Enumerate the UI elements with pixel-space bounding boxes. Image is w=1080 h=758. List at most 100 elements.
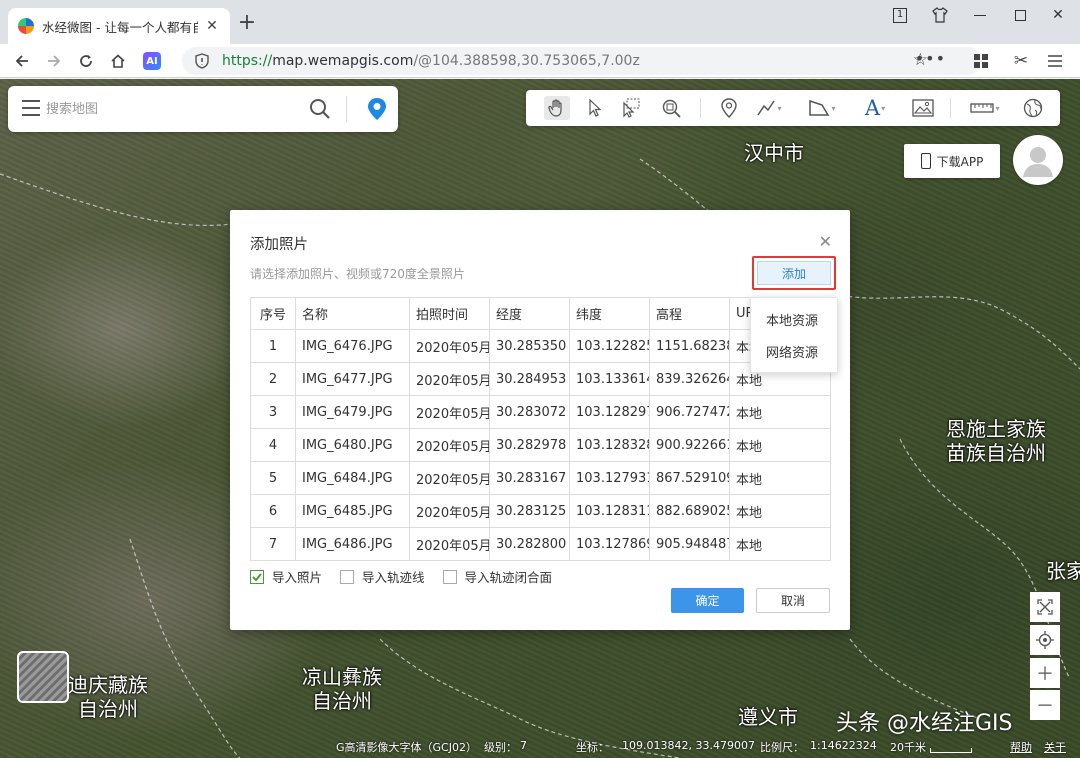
locate-icon[interactable] — [1030, 625, 1060, 655]
back-arrow-icon[interactable] — [9, 48, 35, 74]
new-tab-button[interactable]: + — [236, 12, 258, 35]
import-photo-checkbox[interactable]: 导入照片 — [250, 567, 322, 586]
pointer-icon[interactable] — [582, 96, 608, 120]
dropdown-item-local[interactable]: 本地资源 — [751, 306, 837, 338]
search-input[interactable] — [46, 97, 296, 121]
table-cell: 6 — [250, 494, 296, 528]
column-header[interactable]: 纬度 — [569, 297, 650, 330]
ruler-icon[interactable]: ▾ — [966, 96, 1004, 120]
watermark-text: 头条 @水经注GIS — [836, 711, 1013, 736]
table-cell: 2020年05月 — [409, 362, 490, 396]
map-label-enshi: 恩施土家族 苗族自治州 — [946, 417, 1046, 465]
zoom-out-button[interactable]: － — [1030, 690, 1060, 720]
map-label-zunyi: 遵义市 — [738, 705, 798, 729]
browser-tab[interactable]: 水经微图 - 让每一个人都有自 ✕ — [8, 8, 230, 44]
maximize-button[interactable] — [1000, 0, 1040, 30]
table-row[interactable]: 2 IMG_6477.JPG 2020年05月 30.284953 103.133614… — [250, 362, 831, 396]
table-cell: 2020年05月 — [409, 329, 490, 363]
zoom-in-button[interactable]: ＋ — [1030, 658, 1060, 688]
shirt-skin-icon[interactable] — [920, 0, 960, 30]
help-link[interactable]: 帮助 — [1010, 739, 1032, 755]
map-label-diqing: 迪庆藏族 自治州 — [68, 673, 148, 721]
forward-arrow-icon[interactable] — [41, 48, 67, 74]
dialog-subtitle: 请选择添加照片、视频或720度全景照片 — [250, 267, 465, 281]
layer-switch-thumbnail[interactable] — [17, 651, 69, 703]
dropdown-item-network[interactable]: 网络资源 — [751, 338, 837, 370]
column-header[interactable]: 高程 — [649, 297, 730, 330]
close-icon[interactable]: ✕ — [819, 232, 832, 251]
hand-icon[interactable] — [544, 96, 570, 120]
polyline-icon[interactable]: ▾ — [752, 96, 786, 120]
table-cell: 30.282978 — [489, 428, 570, 462]
location-pin-icon[interactable] — [364, 96, 390, 122]
import-closed-area-checkbox[interactable]: 导入轨迹闭合面 — [442, 567, 552, 586]
window-counter: 1 — [893, 7, 907, 23]
map-tools-bar: ▾ ▾ A ▾ ▾ — [526, 90, 1060, 126]
table-cell: 905.948487 — [649, 527, 730, 561]
table-row[interactable]: 7 IMG_6486.JPG 2020年05月 30.282800 103.127869… — [250, 527, 831, 561]
cancel-button[interactable]: 取消 — [756, 588, 830, 613]
table-row[interactable]: 6 IMG_6485.JPG 2020年05月 30.283125 103.128311… — [250, 494, 831, 528]
table-cell: 882.689025 — [649, 494, 730, 528]
table-cell: 4 — [250, 428, 296, 462]
table-cell: 本地 — [729, 395, 831, 429]
download-app-button[interactable]: 下载APP — [904, 144, 1000, 178]
fullscreen-icon[interactable] — [1030, 592, 1060, 622]
avatar[interactable] — [1013, 135, 1063, 185]
polygon-icon[interactable]: ▾ — [804, 96, 840, 120]
column-header[interactable]: 经度 — [489, 297, 570, 330]
more-dots-icon[interactable]: ••• — [915, 49, 946, 68]
close-window-button[interactable]: ✕ — [1038, 0, 1078, 30]
globe-icon[interactable] — [1020, 96, 1046, 120]
image-icon[interactable] — [910, 96, 936, 120]
table-row[interactable]: 3 IMG_6479.JPG 2020年05月 30.283072 103.128297… — [250, 395, 831, 429]
address-bar[interactable]: https://map.wemapgis.com/@104.388598,30.… — [182, 47, 982, 75]
checkbox-checked-icon — [250, 569, 264, 584]
window-counter-button[interactable]: 1 — [880, 0, 920, 30]
status-coord-value: 109.013842, 33.479007 — [622, 739, 755, 752]
scissors-icon[interactable]: ✂ — [1008, 48, 1034, 74]
home-icon[interactable] — [105, 48, 131, 74]
checkbox-unchecked-icon — [340, 569, 355, 584]
reload-icon[interactable] — [73, 48, 99, 74]
search-icon[interactable] — [308, 97, 332, 121]
map-label-hanzhong: 汉中市 — [744, 141, 804, 165]
user-icon — [1023, 147, 1053, 177]
table-cell: 867.529109 — [649, 461, 730, 495]
add-button[interactable]: 添加 — [757, 261, 831, 285]
tab-close-icon[interactable]: ✕ — [204, 18, 220, 34]
status-scale-value: 1:14622324 — [810, 739, 877, 752]
table-cell: 103.133614 — [569, 362, 650, 396]
table-cell: 本地 — [729, 428, 831, 462]
browser-menu-icon[interactable] — [1042, 48, 1068, 74]
table-row[interactable]: 4 IMG_6480.JPG 2020年05月 30.282978 103.128328… — [250, 428, 831, 462]
table-row[interactable]: 1 IMG_6476.JPG 2020年05月 30.285350 103.122825… — [250, 329, 831, 363]
column-header[interactable]: 拍照时间 — [409, 297, 490, 330]
column-header[interactable]: 序号 — [250, 297, 296, 330]
table-row[interactable]: 5 IMG_6484.JPG 2020年05月 30.283167 103.127931… — [250, 461, 831, 495]
checkbox-label: 导入轨迹线 — [362, 570, 425, 585]
table-cell: 103.127869 — [569, 527, 650, 561]
marker-icon[interactable] — [716, 96, 742, 120]
tool-separator — [950, 98, 951, 118]
zoom-icon[interactable] — [658, 96, 684, 120]
confirm-button[interactable]: 确定 — [671, 588, 744, 613]
security-shield-icon[interactable] — [194, 53, 210, 69]
phone-icon — [920, 153, 931, 169]
minimize-button[interactable] — [960, 0, 1000, 30]
table-cell: 30.283125 — [489, 494, 570, 528]
hamburger-menu-icon[interactable] — [22, 100, 40, 116]
status-level-value: 7 — [520, 739, 527, 752]
table-cell: 30.282800 — [489, 527, 570, 561]
select-box-icon[interactable] — [618, 96, 644, 120]
column-header[interactable]: 名称 — [295, 297, 410, 330]
table-cell: 906.727472 — [649, 395, 730, 429]
text-icon[interactable]: A ▾ — [858, 96, 892, 120]
add-button-highlight: 添加 — [752, 256, 836, 290]
ai-assistant-icon[interactable]: AI — [139, 48, 165, 74]
tool-separator — [700, 98, 701, 118]
import-track-checkbox[interactable]: 导入轨迹线 — [340, 567, 425, 586]
apps-grid-icon[interactable] — [968, 48, 994, 74]
about-link[interactable]: 关于 — [1044, 739, 1066, 755]
status-scale-text: 20千米 — [890, 741, 926, 754]
